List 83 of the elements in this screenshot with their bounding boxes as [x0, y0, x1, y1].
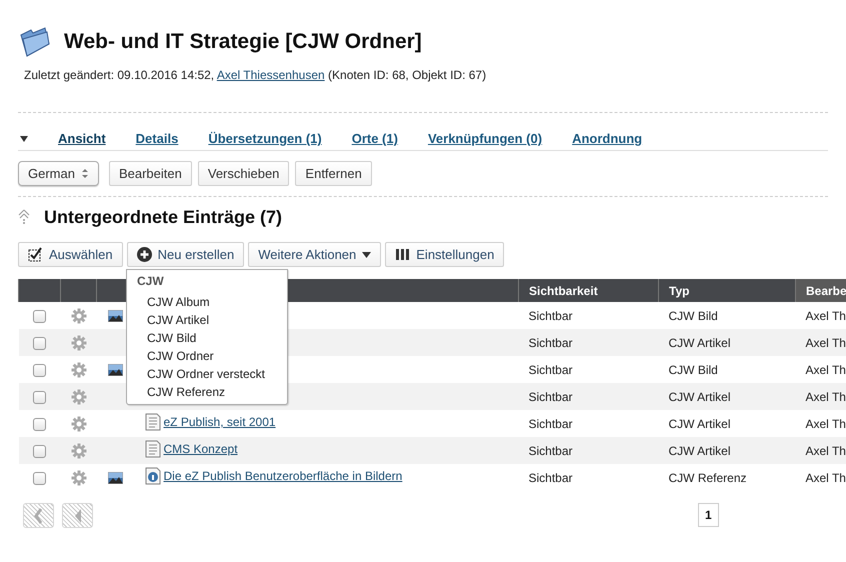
- table-cell: Axel Th: [796, 329, 846, 356]
- menu-item[interactable]: CJW Ordner: [127, 349, 234, 364]
- menu-item[interactable]: CJW Bild: [127, 331, 216, 346]
- toolbar-button[interactable]: Einstellungen: [385, 242, 504, 267]
- menu-group-label: CJW: [136, 273, 165, 290]
- chevron-left-icon: [34, 508, 44, 524]
- item-link[interactable]: Die eZ Publish Benutzeroberfläche in Bildern: [164, 469, 402, 483]
- item-link[interactable]: eZ Publish, seit 2001: [164, 415, 276, 429]
- menu-item[interactable]: CJW Ordner versteckt: [127, 367, 286, 382]
- plus-circle-icon: [136, 247, 152, 262]
- table-cell: Sichtbar: [518, 410, 658, 437]
- document-icon: [144, 413, 160, 431]
- table-cell: Axel Th: [796, 410, 846, 437]
- table-cell: CJW Referenz: [658, 464, 796, 491]
- toolbar-button[interactable]: Auswählen: [18, 242, 123, 267]
- previous-page-button[interactable]: [62, 503, 93, 528]
- table-cell: CJW Artikel: [658, 410, 796, 437]
- document-icon: [144, 440, 160, 458]
- table-cell: Sichtbar: [518, 356, 658, 383]
- up-level-icon: [18, 209, 30, 225]
- table-cell: CJW Artikel: [658, 383, 796, 410]
- row-checkbox[interactable]: [33, 390, 46, 404]
- toolbar-button[interactable]: Neu erstellen: [126, 242, 244, 267]
- row-checkbox[interactable]: [33, 364, 46, 377]
- table-cell: Axel Th: [796, 437, 846, 464]
- info-document-icon: [144, 467, 160, 485]
- table-cell: Axel Th: [796, 356, 846, 383]
- action-button[interactable]: Verschieben: [198, 161, 290, 186]
- author-link[interactable]: Axel Thiessenhusen: [216, 68, 325, 82]
- gear-icon[interactable]: [70, 308, 86, 324]
- menu-item[interactable]: CJW Artikel: [127, 313, 230, 328]
- nav-tab[interactable]: Details: [136, 131, 178, 146]
- table-cell: Sichtbar: [518, 329, 658, 356]
- table-cell: CJW Bild: [658, 302, 796, 329]
- table-cell: Sichtbar: [518, 383, 658, 410]
- collapse-toggle-icon[interactable]: [20, 134, 28, 142]
- toolbar-button[interactable]: Weitere Aktionen: [248, 242, 382, 267]
- table-cell: Sichtbar: [518, 437, 658, 464]
- nav-tab[interactable]: Übersetzungen (1): [208, 131, 322, 146]
- nav-tab[interactable]: Ansicht: [58, 131, 106, 146]
- ids-text: (Knoten ID: 68, Objekt ID: 67): [328, 68, 486, 82]
- column-header[interactable]: Sichtbarkeit: [518, 279, 658, 302]
- column-header[interactable]: Typ: [658, 279, 796, 302]
- row-checkbox[interactable]: [33, 310, 46, 323]
- action-button[interactable]: Bearbeiten: [108, 161, 192, 186]
- columns-icon: [395, 247, 410, 262]
- page-number[interactable]: 1: [698, 503, 719, 527]
- row-checkbox[interactable]: [33, 336, 46, 350]
- table-cell: Axel Th: [796, 464, 846, 491]
- table-cell: Sichtbar: [518, 302, 658, 329]
- table-cell: CJW Artikel: [658, 437, 796, 464]
- gear-icon[interactable]: [70, 416, 86, 432]
- chevron-left-icon: [72, 508, 82, 524]
- first-page-button[interactable]: [23, 503, 54, 528]
- row-checkbox[interactable]: [33, 418, 46, 431]
- gear-icon[interactable]: [70, 334, 86, 350]
- action-button[interactable]: Entfernen: [295, 161, 372, 186]
- updown-caret-icon: [80, 168, 89, 179]
- row-checkbox[interactable]: [33, 472, 46, 485]
- section-title: Untergeordnete Einträge (7): [44, 206, 282, 228]
- folder-icon: [18, 26, 50, 58]
- gear-icon[interactable]: [70, 362, 86, 378]
- column-header[interactable]: Bearbe: [796, 279, 846, 302]
- gear-icon[interactable]: [70, 388, 86, 404]
- menu-item[interactable]: CJW Album: [127, 295, 230, 310]
- nav-tab[interactable]: Verknüpfungen (0): [428, 131, 542, 146]
- checkbox-tick-icon: [28, 247, 43, 262]
- menu-item[interactable]: CJW Referenz: [127, 385, 246, 400]
- table-cell: Sichtbar: [518, 464, 658, 491]
- table-cell: Axel Th: [796, 383, 846, 410]
- nav-tab[interactable]: Orte (1): [352, 131, 398, 146]
- caret-icon: [362, 252, 372, 258]
- modified-label: Zuletzt geändert: 09.10.2016 14:52,: [24, 68, 214, 82]
- row-checkbox[interactable]: [33, 444, 46, 458]
- table-cell: CJW Artikel: [658, 329, 796, 356]
- nav-tab[interactable]: Anordnung: [572, 131, 642, 146]
- item-link[interactable]: CMS Konzept: [164, 442, 238, 456]
- table-cell: CJW Bild: [658, 356, 796, 383]
- table-cell: Axel Th: [796, 302, 846, 329]
- page-title: Web- und IT Strategie [CJW Ordner]: [64, 30, 422, 54]
- gear-icon[interactable]: [70, 470, 86, 486]
- language-select[interactable]: German: [18, 161, 99, 186]
- gear-icon[interactable]: [70, 442, 86, 458]
